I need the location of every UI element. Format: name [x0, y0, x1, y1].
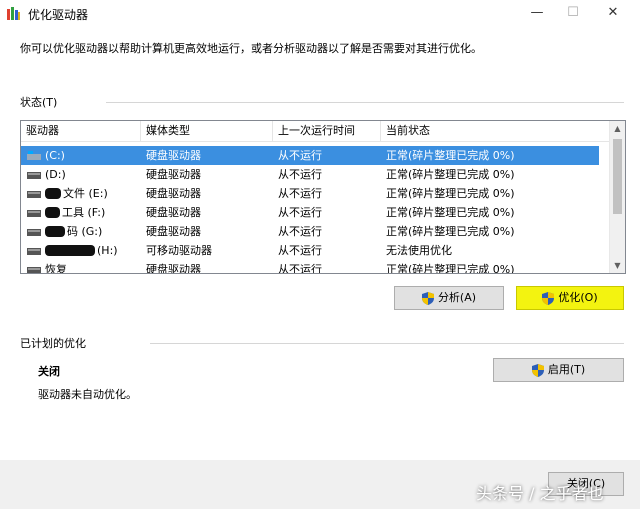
schedule-state: 关闭: [38, 365, 60, 378]
drive-row[interactable]: 码 (G:) 硬盘驱动器 从不运行 正常(碎片整理已完成 0%): [21, 222, 599, 241]
drive-name: 工具 (F:): [62, 206, 106, 219]
maximize-icon: ☐: [567, 5, 579, 20]
hard-drive-icon: [27, 191, 41, 198]
uac-shield-icon: [542, 291, 555, 305]
optimize-button[interactable]: 优化(O): [516, 286, 624, 310]
window-title: 优化驱动器: [28, 8, 89, 22]
drive-media: 硬盘驱动器: [146, 206, 201, 219]
analyze-button[interactable]: 分析(A): [394, 286, 504, 310]
drive-row[interactable]: 文件 (E:) 硬盘驱动器 从不运行 正常(碎片整理已完成 0%): [21, 184, 599, 203]
drive-name: 码 (G:): [67, 225, 103, 238]
drive-last-run: 从不运行: [278, 244, 322, 257]
minimize-icon: —: [530, 5, 544, 20]
scroll-up-icon[interactable]: ▲: [610, 121, 625, 136]
drive-status: 正常(碎片整理已完成 0%): [386, 149, 515, 162]
drive-status: 正常(碎片整理已完成 0%): [386, 225, 515, 238]
enable-button[interactable]: 启用(T): [493, 358, 624, 382]
drive-row[interactable]: (D:) 硬盘驱动器 从不运行 正常(碎片整理已完成 0%): [21, 165, 599, 184]
drive-list[interactable]: 驱动器 媒体类型 上一次运行时间 当前状态 (C:) 硬盘驱动器 从不运行 正常…: [20, 120, 626, 274]
drive-last-run: 从不运行: [278, 225, 322, 238]
redaction-mark: [45, 245, 95, 256]
drive-row[interactable]: 恢复 硬盘驱动器 从不运行 正常(碎片整理已完成 0%): [21, 260, 599, 274]
analyze-label: 分析(A): [437, 291, 477, 304]
optimize-label: 优化(O): [558, 291, 598, 304]
title-bar: 优化驱动器 — ☐ ✕: [0, 0, 640, 28]
drive-name: 文件 (E:): [63, 187, 108, 200]
removable-drive-icon: [27, 248, 41, 255]
drive-status: 正常(碎片整理已完成 0%): [386, 206, 515, 219]
drive-last-run: 从不运行: [278, 187, 322, 200]
drive-row[interactable]: (C:) 硬盘驱动器 从不运行 正常(碎片整理已完成 0%): [21, 146, 599, 165]
hard-drive-icon: [27, 210, 41, 217]
drive-status: 正常(碎片整理已完成 0%): [386, 263, 515, 274]
status-section-label: 状态(T): [20, 96, 58, 109]
enable-label: 启用(T): [547, 363, 586, 376]
drive-name: (D:): [45, 168, 66, 181]
scheduled-section-label: 已计划的优化: [20, 337, 86, 350]
drive-status: 正常(碎片整理已完成 0%): [386, 168, 515, 181]
watermark-text: 头条号 / 之乎者也: [476, 484, 604, 503]
drive-last-run: 从不运行: [278, 263, 322, 274]
redaction-mark: [45, 188, 61, 199]
drive-status: 无法使用优化: [386, 244, 452, 257]
uac-shield-icon: [421, 291, 434, 305]
redaction-mark: [45, 226, 65, 237]
drive-row[interactable]: 工具 (F:) 硬盘驱动器 从不运行 正常(碎片整理已完成 0%): [21, 203, 599, 222]
hard-drive-icon: [27, 229, 41, 236]
column-header-last-run[interactable]: 上一次运行时间: [273, 121, 381, 141]
column-header-drive[interactable]: 驱动器: [21, 121, 141, 141]
drive-name: 恢复: [45, 263, 67, 274]
drive-media: 硬盘驱动器: [146, 263, 201, 274]
drive-last-run: 从不运行: [278, 149, 322, 162]
column-header-media[interactable]: 媒体类型: [141, 121, 273, 141]
status-divider: [106, 102, 624, 103]
vertical-scrollbar[interactable]: ▲ ▼: [609, 121, 625, 273]
close-icon: ✕: [607, 5, 619, 20]
windows-drive-icon: [27, 151, 41, 160]
defrag-app-icon: [7, 7, 20, 20]
drive-media: 硬盘驱动器: [146, 168, 201, 181]
hard-drive-icon: [27, 172, 41, 179]
hard-drive-icon: [27, 267, 41, 273]
maximize-button[interactable]: ☐: [556, 0, 590, 26]
drive-last-run: 从不运行: [278, 168, 322, 181]
scheduled-divider: [150, 343, 624, 344]
drive-media: 可移动驱动器: [146, 244, 212, 257]
drive-media: 硬盘驱动器: [146, 149, 201, 162]
uac-shield-icon: [531, 363, 544, 377]
redaction-mark: [45, 207, 60, 218]
scroll-down-icon[interactable]: ▼: [610, 258, 625, 273]
drive-row[interactable]: (H:) 可移动驱动器 从不运行 无法使用优化: [21, 241, 599, 260]
minimize-button[interactable]: —: [520, 0, 554, 26]
drive-status: 正常(碎片整理已完成 0%): [386, 187, 515, 200]
scrollbar-thumb[interactable]: [613, 139, 622, 214]
column-header-status[interactable]: 当前状态: [381, 121, 609, 141]
drive-name: (H:): [97, 244, 118, 257]
list-header: 驱动器 媒体类型 上一次运行时间 当前状态: [21, 121, 609, 142]
drive-name: (C:): [45, 149, 65, 162]
drive-media: 硬盘驱动器: [146, 225, 201, 238]
close-window-button[interactable]: ✕: [596, 0, 630, 26]
drive-last-run: 从不运行: [278, 206, 322, 219]
schedule-description: 驱动器未自动优化。: [38, 388, 137, 401]
drive-media: 硬盘驱动器: [146, 187, 201, 200]
intro-text: 你可以优化驱动器以帮助计算机更高效地运行，或者分析驱动器以了解是否需要对其进行优…: [20, 42, 482, 55]
